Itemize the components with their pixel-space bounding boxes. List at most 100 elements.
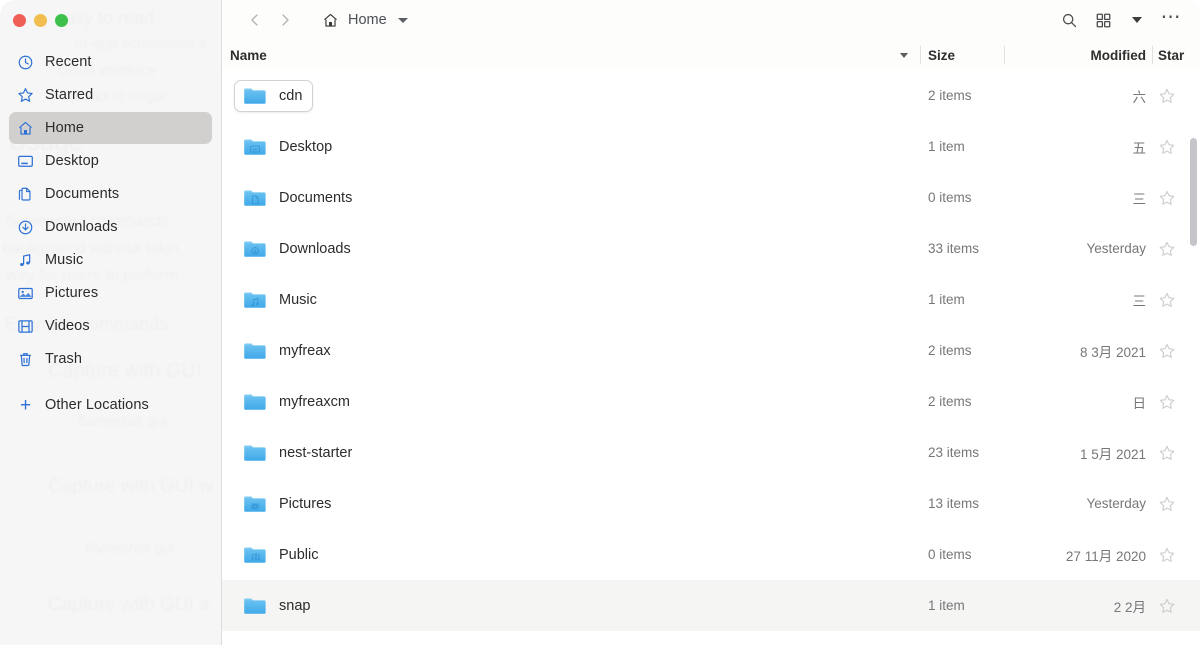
maximize-window-button[interactable] [55, 13, 68, 27]
sidebar-item-music[interactable]: Music [9, 244, 212, 276]
table-row[interactable]: snap 1 item 2 2月 [222, 580, 1200, 631]
sidebar-item-desktop[interactable]: Desktop [9, 145, 212, 177]
sidebar-item-other-locations[interactable]: + Other Locations [9, 389, 212, 421]
star-toggle-icon[interactable] [1152, 291, 1200, 309]
sidebar-item-recent[interactable]: Recent [9, 46, 212, 78]
main-menu-button[interactable]: ⋯ [1154, 5, 1188, 35]
file-name-label: snap [279, 597, 311, 614]
file-name-cell: Public [222, 529, 920, 580]
sidebar-item-home[interactable]: Home [9, 112, 212, 144]
table-row[interactable]: Pictures 13 items Yesterday [222, 478, 1200, 529]
star-toggle-icon[interactable] [1152, 597, 1200, 615]
file-name-cell: Music [222, 274, 920, 325]
file-name-cell: myfreaxcm [222, 376, 920, 427]
file-name-label: myfreaxcm [279, 393, 350, 410]
file-name-box[interactable]: Pictures [234, 488, 342, 520]
table-row[interactable]: Documents 0 items 三 [222, 172, 1200, 223]
sidebar-item-label: Documents [45, 186, 120, 202]
column-header-size[interactable]: Size [920, 40, 1004, 70]
column-header-modified-label: Modified [1090, 47, 1147, 63]
sidebar-item-pictures[interactable]: Pictures [9, 277, 212, 309]
folder-icon [243, 392, 267, 412]
file-name-box[interactable]: myfreax [234, 335, 342, 367]
file-size-cell: 1 item [928, 139, 965, 154]
sidebar-item-trash[interactable]: Trash [9, 343, 212, 375]
table-row[interactable]: Music 1 item 三 [222, 274, 1200, 325]
folder-icon [243, 290, 267, 310]
search-icon[interactable] [1052, 5, 1086, 35]
table-row[interactable]: nest-starter 23 items 1 5月 2021 [222, 427, 1200, 478]
file-name-box[interactable]: nest-starter [234, 437, 363, 469]
file-modified-cell: 1 5月 2021 [1079, 446, 1146, 462]
file-name-box[interactable]: snap [234, 590, 321, 622]
file-modified-cell: Yesterday [1086, 241, 1146, 256]
file-manager-window: easy to read.In-app screenshot sDBus int… [0, 0, 1200, 645]
back-button[interactable] [240, 5, 270, 35]
file-name-cell: Downloads [222, 223, 920, 274]
star-toggle-icon[interactable] [1152, 342, 1200, 360]
star-toggle-icon[interactable] [1152, 393, 1200, 411]
star-icon [17, 87, 34, 104]
download-icon [17, 219, 34, 236]
file-name-box[interactable]: myfreaxcm [234, 386, 361, 418]
sidebar-item-starred[interactable]: Starred [9, 79, 212, 111]
sidebar-item-downloads[interactable]: Downloads [9, 211, 212, 243]
file-modified-cell: 六 [1132, 89, 1147, 105]
file-modified-cell: Yesterday [1086, 496, 1146, 511]
sidebar-item-documents[interactable]: Documents [9, 178, 212, 210]
column-header-star[interactable]: Star [1152, 40, 1200, 70]
table-row[interactable]: Downloads 33 items Yesterday [222, 223, 1200, 274]
grid-view-icon[interactable] [1086, 5, 1120, 35]
vertical-scrollbar[interactable] [1190, 138, 1197, 246]
sidebar-item-label: Recent [45, 54, 92, 70]
home-icon [17, 120, 34, 137]
column-header-modified[interactable]: Modified [1004, 40, 1152, 70]
column-headers: Name Size Modified Star [222, 40, 1200, 70]
table-row[interactable]: myfreax 2 items 8 3月 2021 [222, 325, 1200, 376]
file-name-cell: Pictures [222, 478, 920, 529]
file-name-label: Pictures [279, 495, 332, 512]
home-icon [322, 12, 339, 29]
view-menu-button[interactable] [1120, 5, 1154, 35]
sidebar-item-label: Desktop [45, 153, 99, 169]
file-name-box[interactable]: Desktop [234, 131, 343, 163]
table-row[interactable] [222, 631, 1200, 645]
music-icon [17, 252, 34, 269]
folder-icon [243, 443, 267, 463]
file-name-cell: snap [222, 580, 920, 631]
minimize-window-button[interactable] [34, 13, 47, 27]
file-name-box [234, 641, 278, 645]
file-name-cell: Desktop [222, 121, 920, 172]
file-list[interactable]: cdn 2 items 六 Desktop 1 item 五 Documents 0 item… [222, 70, 1200, 645]
file-size-cell: 2 items [928, 88, 972, 103]
chevron-down-icon [1132, 17, 1142, 23]
close-window-button[interactable] [13, 13, 26, 27]
star-toggle-icon[interactable] [1152, 546, 1200, 564]
table-row[interactable]: Desktop 1 item 五 [222, 121, 1200, 172]
file-name-cell: myfreax [222, 325, 920, 376]
file-name-cell: nest-starter [222, 427, 920, 478]
star-toggle-icon[interactable] [1152, 87, 1200, 105]
sidebar-item-label: Downloads [45, 219, 118, 235]
sidebar-item-videos[interactable]: Videos [9, 310, 212, 342]
file-name-box[interactable]: Music [234, 284, 328, 316]
folder-icon [243, 188, 267, 208]
star-toggle-icon[interactable] [1152, 495, 1200, 513]
table-row[interactable]: Public 0 items 27 11月 2020 [222, 529, 1200, 580]
file-name-box[interactable]: Downloads [234, 233, 362, 265]
ellipsis-icon: ⋯ [1160, 6, 1182, 28]
folder-icon [243, 494, 267, 514]
file-name-box[interactable]: cdn [234, 79, 314, 112]
table-row[interactable]: cdn 2 items 六 [222, 70, 1200, 121]
headerbar: Home ⋯ [222, 0, 1200, 40]
breadcrumb-home-button[interactable]: Home [318, 5, 412, 35]
file-name-box[interactable]: Public [234, 539, 330, 571]
star-toggle-icon[interactable] [1152, 444, 1200, 462]
column-header-name[interactable]: Name [222, 40, 920, 70]
file-name-box[interactable]: Documents [234, 182, 363, 214]
file-modified-cell: 日 [1132, 395, 1147, 411]
table-row[interactable]: myfreaxcm 2 items 日 [222, 376, 1200, 427]
file-size-cell: 33 items [928, 241, 980, 256]
column-header-size-label: Size [928, 47, 956, 63]
forward-button[interactable] [270, 5, 300, 35]
